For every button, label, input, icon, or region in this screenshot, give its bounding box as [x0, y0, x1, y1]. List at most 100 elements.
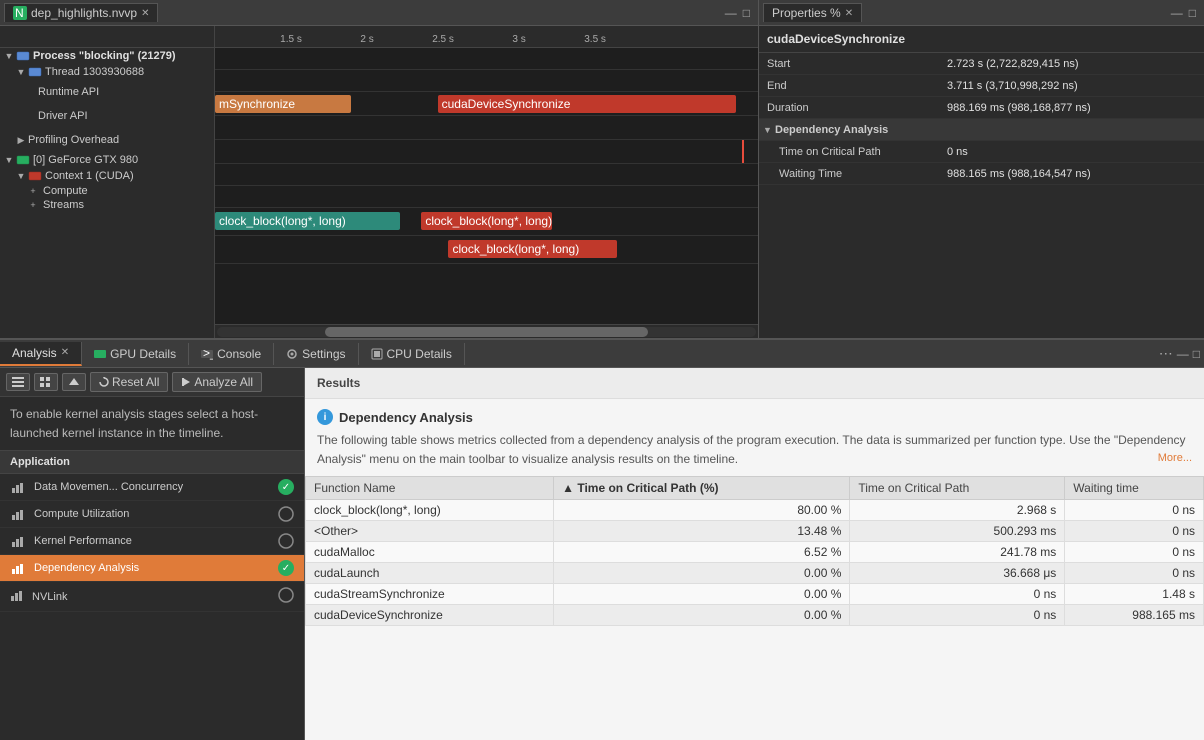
- tab-gpu-details[interactable]: GPU Details: [82, 343, 189, 365]
- props-minimize-btn[interactable]: —: [1171, 6, 1183, 20]
- scrollbar-thumb[interactable]: [325, 327, 648, 337]
- tab-console-label: Console: [217, 347, 261, 361]
- chart-icon-data-movement: [10, 479, 26, 495]
- compute-item[interactable]: + Compute: [0, 184, 214, 198]
- analysis-sidebar: Reset All Analyze All To enable kernel a…: [0, 368, 305, 740]
- cell-crit-path-time: 241.78 ms: [850, 542, 1065, 563]
- analysis-item-dependency[interactable]: Dependency Analysis ✓: [0, 555, 304, 582]
- analyze-icon: [181, 377, 191, 387]
- tab-cpu-details[interactable]: CPU Details: [359, 343, 465, 365]
- table-row: cudaLaunch0.00 %36.668 μs0 ns: [306, 563, 1204, 584]
- dep-section-expander[interactable]: ▼: [759, 125, 773, 135]
- cell-crit-path-time: 36.668 μs: [850, 563, 1065, 584]
- context-item[interactable]: ▼ Context 1 (CUDA): [0, 168, 214, 184]
- col-waiting-time[interactable]: Waiting time: [1065, 477, 1204, 500]
- timeline-scrollbar[interactable]: [215, 324, 758, 338]
- application-header: Application: [0, 451, 304, 474]
- dependency-analysis-label: Dependency Analysis: [34, 562, 270, 574]
- top-section: N dep_highlights.nvvp ✕ — □ ▼: [0, 0, 1204, 340]
- bar-chart-icon: [11, 480, 25, 494]
- compute-expander: +: [26, 186, 40, 196]
- streams-track: clock_block(long*, long): [215, 236, 758, 264]
- thread-label: Thread 1303930688: [45, 66, 144, 78]
- props-row-dep-section: ▼ Dependency Analysis: [759, 119, 1204, 141]
- mSynchronize-bar[interactable]: mSynchronize: [215, 95, 351, 113]
- props-key-duration: Duration: [759, 99, 939, 117]
- chart-icon-kernel: [10, 533, 26, 549]
- col-crit-path-pct[interactable]: ▲ Time on Critical Path (%): [554, 477, 850, 500]
- bottom-win-controls: ⋯ — □: [1159, 345, 1204, 362]
- runtime-api-item[interactable]: Runtime API: [0, 80, 214, 104]
- bottom-minimize-btn[interactable]: —: [1177, 347, 1189, 361]
- dependency-chart-icon: [11, 561, 25, 575]
- properties-tab[interactable]: Properties % ✕: [763, 3, 862, 22]
- props-row-critical-path: Time on Critical Path 0 ns: [759, 141, 1204, 163]
- bottom-menu-btn[interactable]: ⋯: [1159, 345, 1173, 362]
- col-crit-path-time[interactable]: Time on Critical Path: [850, 477, 1065, 500]
- list-view-btn[interactable]: [6, 373, 30, 391]
- properties-table: Start 2.723 s (2,722,829,415 ns) End 3.7…: [759, 53, 1204, 338]
- data-movement-label: Data Movemen... Concurrency: [34, 481, 270, 493]
- gpu-tab-icon: [94, 348, 106, 360]
- props-key-waiting-time: Waiting Time: [759, 165, 939, 183]
- tab-analysis[interactable]: Analysis ✕: [0, 342, 82, 366]
- cudaDeviceSynchronize-bar[interactable]: cudaDeviceSynchronize: [438, 95, 737, 113]
- analysis-item-nvlink[interactable]: NVLink: [0, 582, 304, 612]
- clock-block-bar-1[interactable]: clock_block(long*, long): [215, 212, 400, 230]
- compute-utilization-label: Compute Utilization: [34, 508, 270, 520]
- props-key-critical-path: Time on Critical Path: [759, 143, 939, 161]
- driver-api-item[interactable]: Driver API: [0, 104, 214, 128]
- chart-icon-nvlink: [10, 588, 24, 605]
- reset-all-btn[interactable]: Reset All: [90, 372, 168, 392]
- analysis-hint: To enable kernel analysis stages select …: [0, 397, 304, 451]
- ruler-3.5s: 3.5 s: [584, 34, 606, 45]
- profiling-overhead-item[interactable]: ▶ Profiling Overhead: [0, 128, 214, 152]
- timeline-tab-close[interactable]: ✕: [141, 8, 149, 19]
- cell-crit-path-pct: 0.00 %: [554, 563, 850, 584]
- tree-view-btn[interactable]: [34, 373, 58, 391]
- thread-item[interactable]: ▼ Thread 1303930688: [0, 64, 214, 80]
- clock-block-bar-2[interactable]: clock_block(long*, long): [421, 212, 551, 230]
- timeline-maximize-btn[interactable]: □: [743, 6, 750, 20]
- tab-console[interactable]: >_ Console: [189, 343, 274, 365]
- cell-waiting-time: 0 ns: [1065, 542, 1204, 563]
- tab-settings[interactable]: Settings: [274, 343, 358, 365]
- props-val-waiting-time: 988.165 ms (988,164,547 ns): [939, 165, 1204, 183]
- streams-label: Streams: [43, 199, 84, 211]
- analysis-item-compute[interactable]: Compute Utilization: [0, 501, 304, 528]
- up-btn[interactable]: [62, 373, 86, 391]
- props-row-waiting-time: Waiting Time 988.165 ms (988,164,547 ns): [759, 163, 1204, 185]
- analyze-all-btn[interactable]: Analyze All: [172, 372, 262, 392]
- context-track: [215, 186, 758, 208]
- nvlink-chart-icon: [10, 588, 24, 602]
- props-val-critical-path: 0 ns: [939, 143, 1204, 161]
- properties-panel: Properties % ✕ — □ cudaDeviceSynchronize…: [759, 0, 1204, 338]
- more-link[interactable]: More...: [1158, 450, 1192, 467]
- process-track: [215, 48, 758, 70]
- props-maximize-btn[interactable]: □: [1189, 6, 1196, 20]
- analysis-content: Results i Dependency Analysis The follow…: [305, 368, 1204, 740]
- props-val-end: 3.711 s (3,710,998,292 ns): [939, 77, 1204, 95]
- table-row: cudaMalloc6.52 %241.78 ms0 ns: [306, 542, 1204, 563]
- analysis-item-data-movement[interactable]: Data Movemen... Concurrency ✓: [0, 474, 304, 501]
- timeline-content: ▼ Process "blocking" (21279) ▼ Thread 13…: [0, 26, 758, 338]
- profiling-expander: ▶: [14, 135, 28, 146]
- props-val-start: 2.723 s (2,722,829,415 ns): [939, 55, 1204, 73]
- timeline-tab[interactable]: N dep_highlights.nvvp ✕: [4, 3, 158, 22]
- tab-analysis-close[interactable]: ✕: [61, 347, 69, 358]
- geforce-item[interactable]: ▼ [0] GeForce GTX 980: [0, 152, 214, 168]
- cell-crit-path-time: 0 ns: [850, 605, 1065, 626]
- cell-crit-path-pct: 6.52 %: [554, 542, 850, 563]
- clock-block-bar-3[interactable]: clock_block(long*, long): [448, 240, 616, 258]
- cell-function-name: cudaStreamSynchronize: [306, 584, 554, 605]
- analysis-item-kernel[interactable]: Kernel Performance: [0, 528, 304, 555]
- streams-item[interactable]: + Streams: [0, 198, 214, 212]
- props-row-start: Start 2.723 s (2,722,829,415 ns): [759, 53, 1204, 75]
- col-function-name[interactable]: Function Name: [306, 477, 554, 500]
- timeline-minimize-btn[interactable]: —: [725, 6, 737, 20]
- bottom-maximize-btn[interactable]: □: [1193, 347, 1200, 361]
- streams-expander: +: [26, 200, 40, 210]
- process-item[interactable]: ▼ Process "blocking" (21279): [0, 48, 214, 64]
- cell-function-name: cudaDeviceSynchronize: [306, 605, 554, 626]
- properties-tab-close[interactable]: ✕: [845, 8, 853, 19]
